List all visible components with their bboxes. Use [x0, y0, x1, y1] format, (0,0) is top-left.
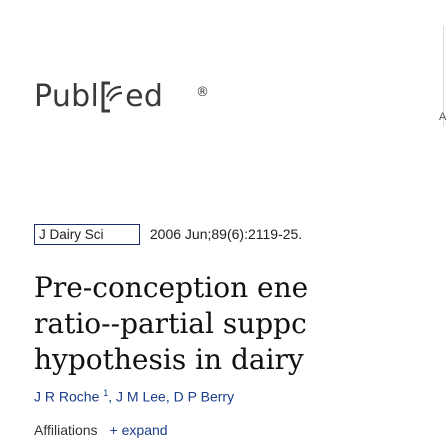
- author-link[interactable]: D P Berry: [174, 389, 234, 405]
- title-line: ratio--partial suppc: [34, 307, 307, 340]
- author-link[interactable]: J R Roche: [34, 389, 99, 405]
- plus-icon: +: [109, 422, 118, 438]
- affiliations-label: Affiliations: [34, 422, 98, 438]
- author-list: J R Roche 1, J M Lee, D P Berry: [34, 388, 235, 405]
- pubmed-logo[interactable]: Publ ed: [34, 78, 163, 114]
- citation-details: 2006 Jun;89(6):2119-25.: [149, 226, 303, 243]
- title-line: Pre-conception ene: [34, 271, 309, 304]
- logo-text-left: Publ: [34, 78, 100, 114]
- citation-line: J Dairy Sci 2006 Jun;89(6):2119-25.: [34, 224, 303, 246]
- article-title: Pre-conception ene ratio--partial suppc …: [34, 270, 308, 378]
- registered-mark: ®: [196, 85, 209, 100]
- expand-label: expand: [121, 422, 168, 438]
- affiliations-expand-button[interactable]: + expand: [109, 422, 167, 438]
- header-edge-text: A: [439, 111, 447, 123]
- affiliations-row: Affiliations + expand: [34, 422, 168, 438]
- logo-bracket-icon: [101, 81, 123, 113]
- title-line: hypothesis in dairy: [34, 343, 304, 376]
- logo-text-right: ed: [125, 78, 164, 114]
- journal-dropdown[interactable]: J Dairy Sci: [34, 224, 140, 245]
- author-link[interactable]: J M Lee: [116, 389, 166, 405]
